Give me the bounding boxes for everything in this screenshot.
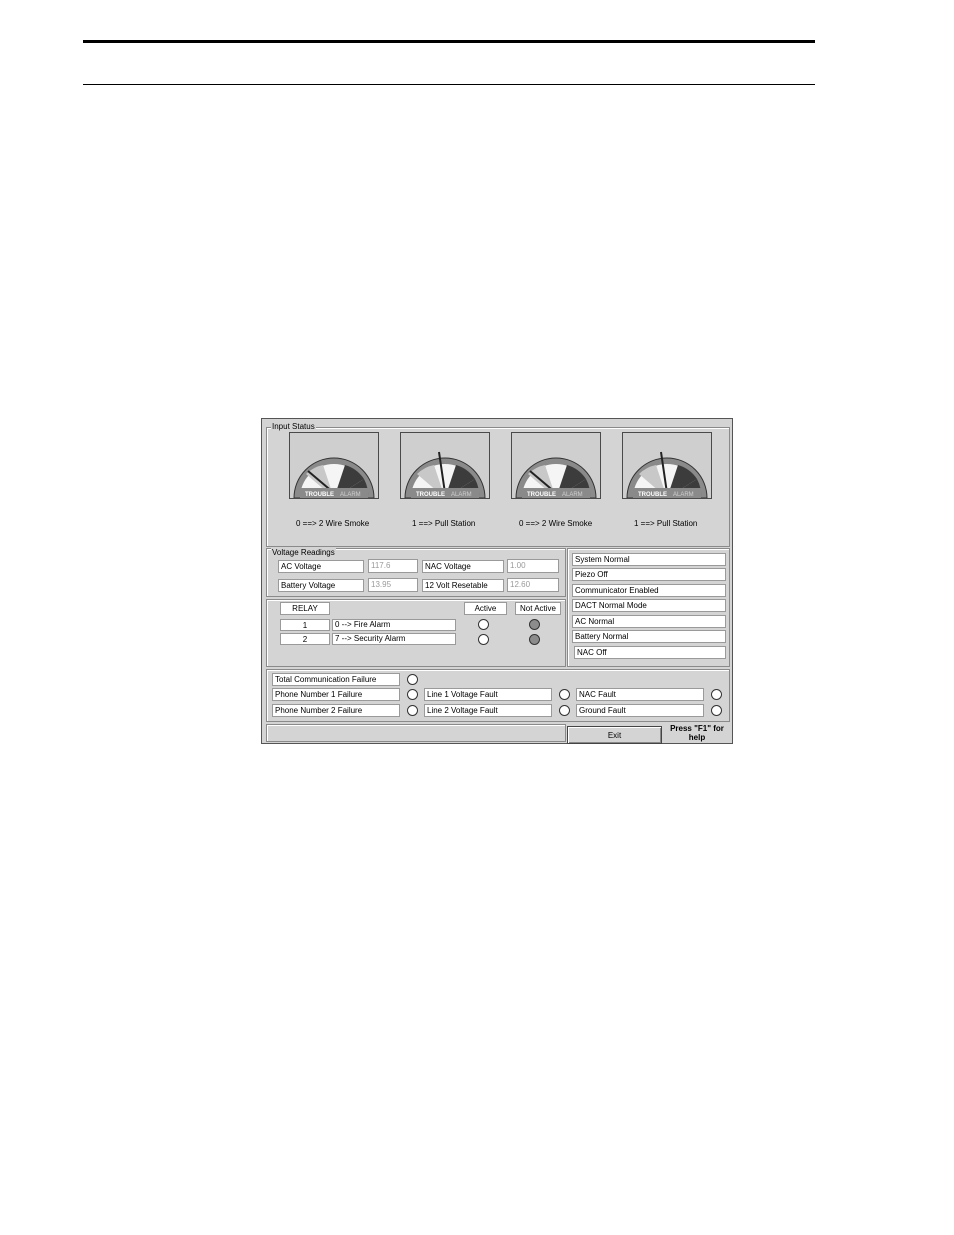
gauge-trouble-label: TROUBLE [527, 492, 556, 498]
phone-1-failure-label: Phone Number 1 Failure [272, 688, 400, 701]
status-item: AC Normal [572, 615, 726, 628]
status-item: System Normal [572, 553, 726, 566]
line-1-voltage-fault-label: Line 1 Voltage Fault [424, 688, 552, 701]
gauge-meter-2: TROUBLE ALARM [511, 432, 601, 499]
nac-voltage-field: 1.00 [507, 559, 559, 573]
ac-voltage-field: 117.6 [368, 559, 418, 573]
exit-button[interactable]: Exit [567, 726, 662, 744]
relay-1-not-active-indicator [529, 619, 540, 630]
gauge-alarm-label: ALARM [562, 492, 583, 498]
header-rule-thin [83, 84, 815, 85]
status-item: Battery Normal [572, 630, 726, 643]
relay-number-2: 2 [280, 633, 330, 645]
total-communication-failure-label: Total Communication Failure [272, 673, 400, 686]
line-1-voltage-fault-indicator [559, 689, 570, 700]
input-status-title: Input Status [271, 422, 316, 431]
phone-1-failure-indicator [407, 689, 418, 700]
gauge-caption-1: 1 ==> Pull Station [412, 519, 476, 528]
nac-voltage-label: NAC Voltage [422, 560, 504, 573]
line-2-voltage-fault-label: Line 2 Voltage Fault [424, 704, 552, 717]
relay-number-1: 1 [280, 619, 330, 631]
relay-description-2: 7 --> Security Alarm [332, 633, 456, 645]
relay-1-active-indicator [478, 619, 489, 630]
relay-header: RELAY [280, 602, 330, 615]
status-item: Piezo Off [572, 568, 726, 581]
gauge-caption-0: 0 ==> 2 Wire Smoke [296, 519, 370, 528]
help-hint: Press "F1" for help [664, 724, 730, 742]
gauge-alarm-label: ALARM [451, 492, 472, 498]
active-header: Active [464, 602, 507, 615]
nac-fault-indicator [711, 689, 722, 700]
status-item: NAC Off [574, 646, 726, 659]
ac-voltage-label: AC Voltage [278, 560, 364, 573]
gauge-caption-3: 1 ==> Pull Station [634, 519, 698, 528]
panel-status-window: Input Status TROUBLE ALARM TROUBLE ALARM [261, 418, 733, 744]
ground-fault-indicator [711, 705, 722, 716]
gauge-trouble-label: TROUBLE [305, 492, 334, 498]
gauge-alarm-label: ALARM [340, 492, 361, 498]
ground-fault-label: Ground Fault [576, 704, 704, 717]
gauge-meter-1: TROUBLE ALARM [400, 432, 490, 499]
phone-2-failure-indicator [407, 705, 418, 716]
status-item: Communicator Enabled [572, 584, 726, 597]
help-hint-line-2: help [688, 733, 706, 742]
gauge-trouble-label: TROUBLE [416, 492, 445, 498]
gauge-alarm-label: ALARM [673, 492, 694, 498]
not-active-header: Not Active [515, 602, 561, 615]
help-hint-line-1: Press "F1" for [670, 724, 724, 733]
total-communication-failure-indicator [407, 674, 418, 685]
resettable-voltage-label: 12 Volt Resetable [422, 579, 504, 592]
gauge-caption-2: 0 ==> 2 Wire Smoke [519, 519, 593, 528]
nac-fault-label: NAC Fault [576, 688, 704, 701]
voltage-readings-title: Voltage Readings [271, 548, 336, 557]
relay-2-not-active-indicator [529, 634, 540, 645]
relay-2-active-indicator [478, 634, 489, 645]
phone-2-failure-label: Phone Number 2 Failure [272, 704, 400, 717]
battery-voltage-label: Battery Voltage [278, 579, 364, 592]
gauge-trouble-label: TROUBLE [638, 492, 667, 498]
line-2-voltage-fault-indicator [559, 705, 570, 716]
status-item: DACT Normal Mode [572, 599, 726, 612]
gauge-meter-3: TROUBLE ALARM [622, 432, 712, 499]
relay-description-1: 0 --> Fire Alarm [332, 619, 456, 631]
gauge-meter-0: TROUBLE ALARM [289, 432, 379, 499]
status-bar [266, 724, 566, 742]
battery-voltage-field: 13.95 [368, 578, 418, 592]
resettable-voltage-field: 12.60 [507, 578, 559, 592]
header-rule-thick [83, 40, 815, 43]
